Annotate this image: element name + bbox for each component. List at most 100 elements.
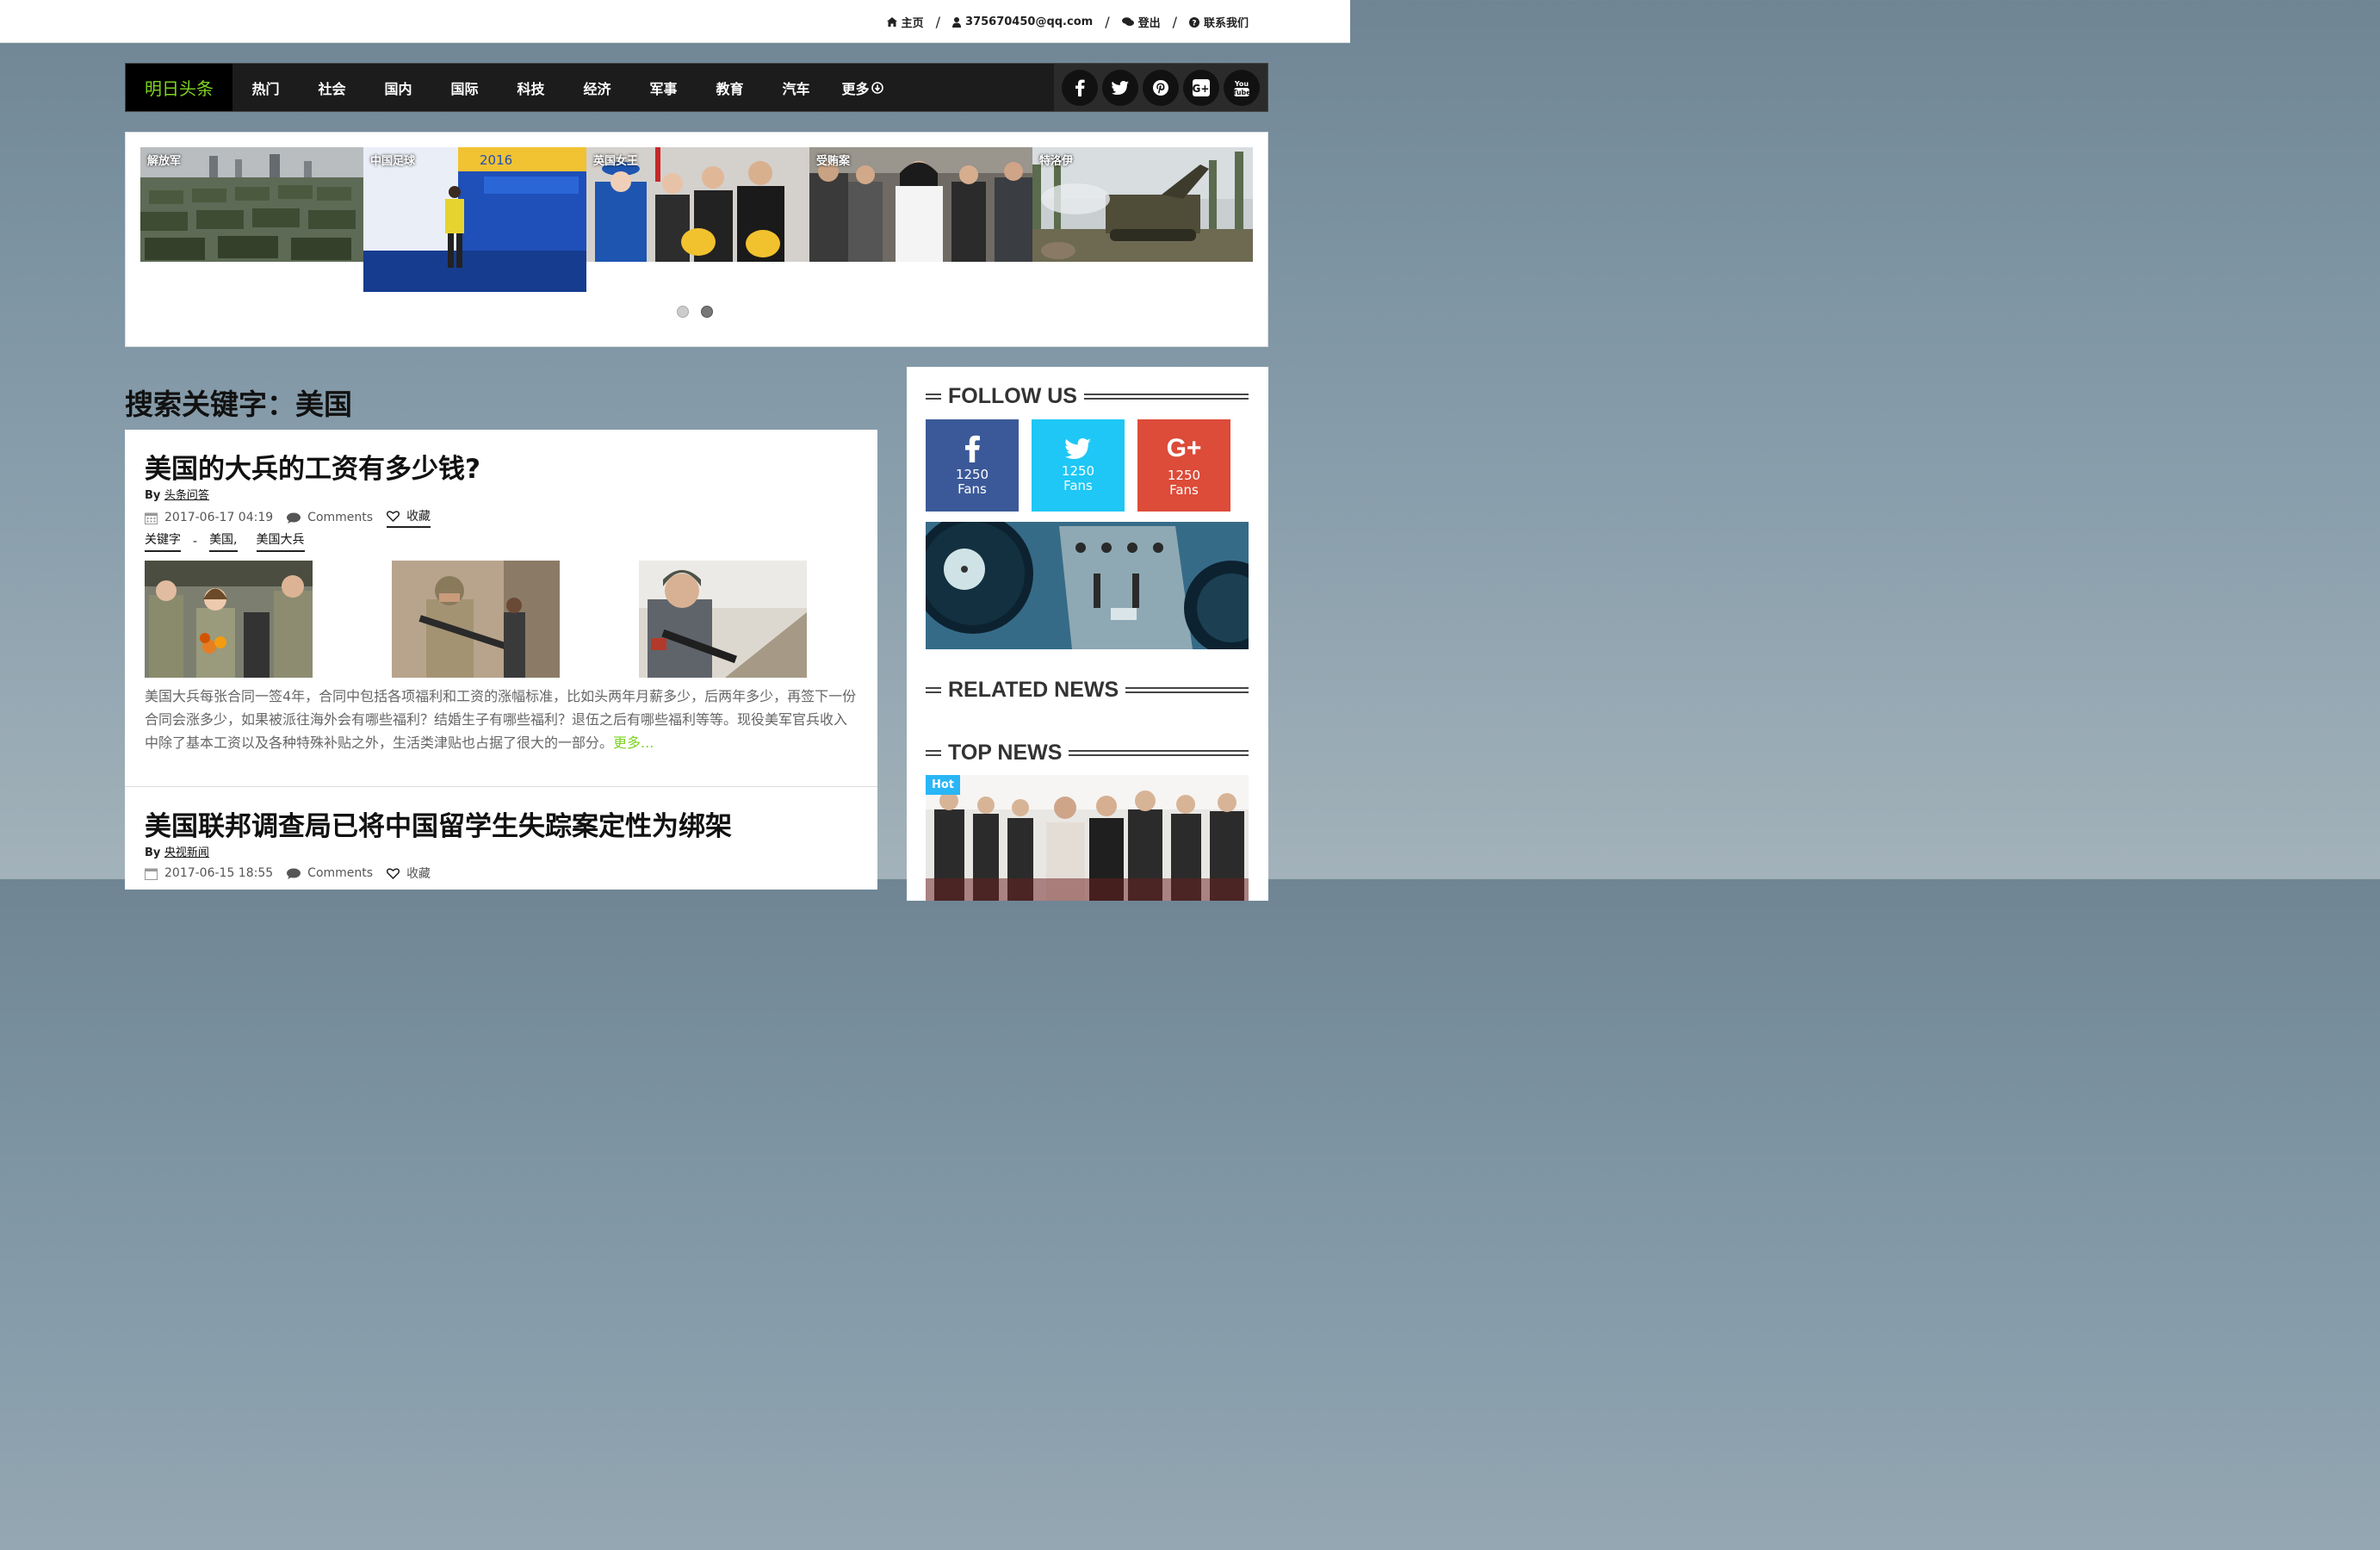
top-links: 主页 / 375670450@qq.com / 登出 / ? 联系我们 xyxy=(886,14,1249,30)
nav-item-economy[interactable]: 经济 xyxy=(564,78,630,98)
nav-item-society[interactable]: 社会 xyxy=(299,78,365,98)
article-image[interactable] xyxy=(639,561,807,678)
article-meta: 2017-06-15 18:55 Comments 收藏 xyxy=(145,865,444,882)
nav-item-international[interactable]: 国际 xyxy=(431,78,498,98)
facebook-button[interactable] xyxy=(1062,69,1098,106)
nav-item-education[interactable]: 教育 xyxy=(697,78,763,98)
carousel-slide[interactable]: 英国女王 xyxy=(586,147,809,262)
carousel-slide-label: 受贿案 xyxy=(816,155,851,168)
carousel-dot-active[interactable] xyxy=(701,306,713,318)
article-excerpt: 美国大兵每张合同一签4年，合同中包括各项福利和工资的涨幅标准，比如头两年月薪多少… xyxy=(145,685,859,754)
carousel-slide[interactable]: 解放军 xyxy=(140,147,363,262)
fans-count: 1250 xyxy=(955,466,989,482)
contact-link[interactable]: ? 联系我们 xyxy=(1188,14,1249,30)
svg-text:You: You xyxy=(1234,80,1249,88)
read-more-link[interactable]: 更多... xyxy=(613,735,654,751)
home-link[interactable]: 主页 xyxy=(886,14,924,30)
top-news-item[interactable]: Hot xyxy=(926,775,1249,901)
comment-icon xyxy=(287,512,301,524)
article-card: 美国联邦调查局已将中国留学生失踪案定性为绑架 By 央视新闻 2017-06-1… xyxy=(125,786,877,890)
heart-icon xyxy=(387,510,400,522)
sidebar: FOLLOW US 1250 Fans 1250 Fans G+ 1250 Fa… xyxy=(907,367,1268,901)
nav-item-auto[interactable]: 汽车 xyxy=(763,78,829,98)
top-news-heading: TOP NEWS xyxy=(926,741,1249,766)
home-link-label: 主页 xyxy=(901,17,924,30)
svg-text:Tube: Tube xyxy=(1233,89,1250,96)
byline-prefix: By xyxy=(145,489,161,502)
nav-items: 热门 社会 国内 国际 科技 经济 军事 教育 汽车 更多 xyxy=(232,64,896,111)
fans-unit: Fans xyxy=(1063,477,1093,493)
tag-link[interactable]: 美国大兵 xyxy=(256,530,305,552)
account-link[interactable]: 375670450@qq.com xyxy=(952,16,1093,28)
pinterest-button[interactable] xyxy=(1143,69,1179,106)
author-link[interactable]: 央视新闻 xyxy=(164,846,209,859)
favorite-label: 收藏 xyxy=(406,867,431,881)
calendar-icon xyxy=(145,868,158,880)
article-byline: By 头条问答 xyxy=(145,486,209,502)
facebook-fans-card[interactable]: 1250 Fans xyxy=(926,419,1019,512)
heading-rule xyxy=(926,750,941,756)
carousel-slide[interactable]: 受贿案 xyxy=(809,147,1032,262)
carousel-slide-label: 解放军 xyxy=(147,155,182,168)
google-plus-fans-card[interactable]: G+ 1250 Fans xyxy=(1137,419,1230,512)
nav-item-more[interactable]: 更多 xyxy=(829,78,896,98)
calendar-icon xyxy=(145,512,158,524)
favorite-button[interactable]: 收藏 xyxy=(387,507,431,528)
hot-badge: Hot xyxy=(926,775,961,795)
carousel-slide[interactable]: 特洛伊 xyxy=(1032,147,1253,262)
article-comments[interactable]: Comments xyxy=(287,511,373,524)
home-icon xyxy=(886,17,897,27)
carousel-dot[interactable] xyxy=(677,306,689,318)
soldiers-flowers-image xyxy=(145,561,313,678)
article-comments[interactable]: Comments xyxy=(287,866,373,880)
article-byline: By 央视新闻 xyxy=(145,843,209,859)
google-plus-button[interactable]: G+ xyxy=(1183,69,1219,106)
logout-label: 登出 xyxy=(1137,17,1161,30)
article-tags: 关键字 - 美国, 美国大兵 xyxy=(145,530,305,552)
chevron-down-circle-icon xyxy=(871,81,883,94)
tags-separator: - xyxy=(193,534,198,549)
article-date-text: 2017-06-15 18:55 xyxy=(164,866,274,880)
soldier-rifle-image xyxy=(392,561,560,678)
tag-link[interactable]: 美国, xyxy=(209,530,238,552)
article-date: 2017-06-17 04:19 xyxy=(145,511,273,524)
article-image[interactable] xyxy=(392,561,560,678)
article-title[interactable]: 美国联邦调查局已将中国留学生失踪案定性为绑架 xyxy=(145,804,732,843)
carousel-slide[interactable]: 2016 中国足球 xyxy=(363,147,586,292)
svg-text:G+: G+ xyxy=(1193,83,1209,95)
turntable-banner[interactable] xyxy=(926,522,1249,649)
svg-text:?: ? xyxy=(1192,19,1196,28)
favorite-button[interactable]: 收藏 xyxy=(387,865,431,882)
article-image[interactable] xyxy=(145,561,313,678)
twitter-fans-card[interactable]: 1250 Fans xyxy=(1032,419,1125,512)
author-link[interactable]: 头条问答 xyxy=(164,489,209,502)
article-card: 美国的大兵的工资有多少钱? By 头条问答 2017-06-17 04:19 C… xyxy=(125,430,877,786)
heading-rule xyxy=(1125,687,1249,693)
user-icon xyxy=(952,16,962,28)
twitter-button[interactable] xyxy=(1102,69,1138,106)
nav-item-domestic[interactable]: 国内 xyxy=(365,78,431,98)
nav-item-military[interactable]: 军事 xyxy=(630,78,697,98)
comments-label: Comments xyxy=(307,511,374,524)
nav-item-hot[interactable]: 热门 xyxy=(232,78,299,98)
brand-logo[interactable]: 明日头条 xyxy=(126,64,232,111)
article-images xyxy=(145,561,807,678)
follow-us-title: FOLLOW US xyxy=(948,384,1077,408)
pinterest-icon xyxy=(1153,79,1168,96)
comments-icon xyxy=(1121,17,1134,26)
separator: / xyxy=(935,14,941,30)
carousel-slide-label: 中国足球 xyxy=(370,155,416,168)
logout-link[interactable]: 登出 xyxy=(1121,14,1161,30)
fans-count: 1250 xyxy=(1167,467,1201,483)
fans-unit: Fans xyxy=(1169,481,1199,498)
turntable-image xyxy=(926,522,1249,649)
heading-rule xyxy=(926,394,941,400)
main-nav: 明日头条 热门 社会 国内 国际 科技 经济 军事 教育 汽车 更多 G+ Yo… xyxy=(125,63,1268,112)
related-news-title: RELATED NEWS xyxy=(948,678,1119,702)
youtube-button[interactable]: You Tube xyxy=(1224,69,1260,106)
article-title[interactable]: 美国的大兵的工资有多少钱? xyxy=(145,447,480,486)
nav-item-more-label: 更多 xyxy=(841,80,870,97)
nav-item-tech[interactable]: 科技 xyxy=(498,78,564,98)
heart-icon xyxy=(387,867,400,879)
tags-label: 关键字 xyxy=(145,530,181,552)
